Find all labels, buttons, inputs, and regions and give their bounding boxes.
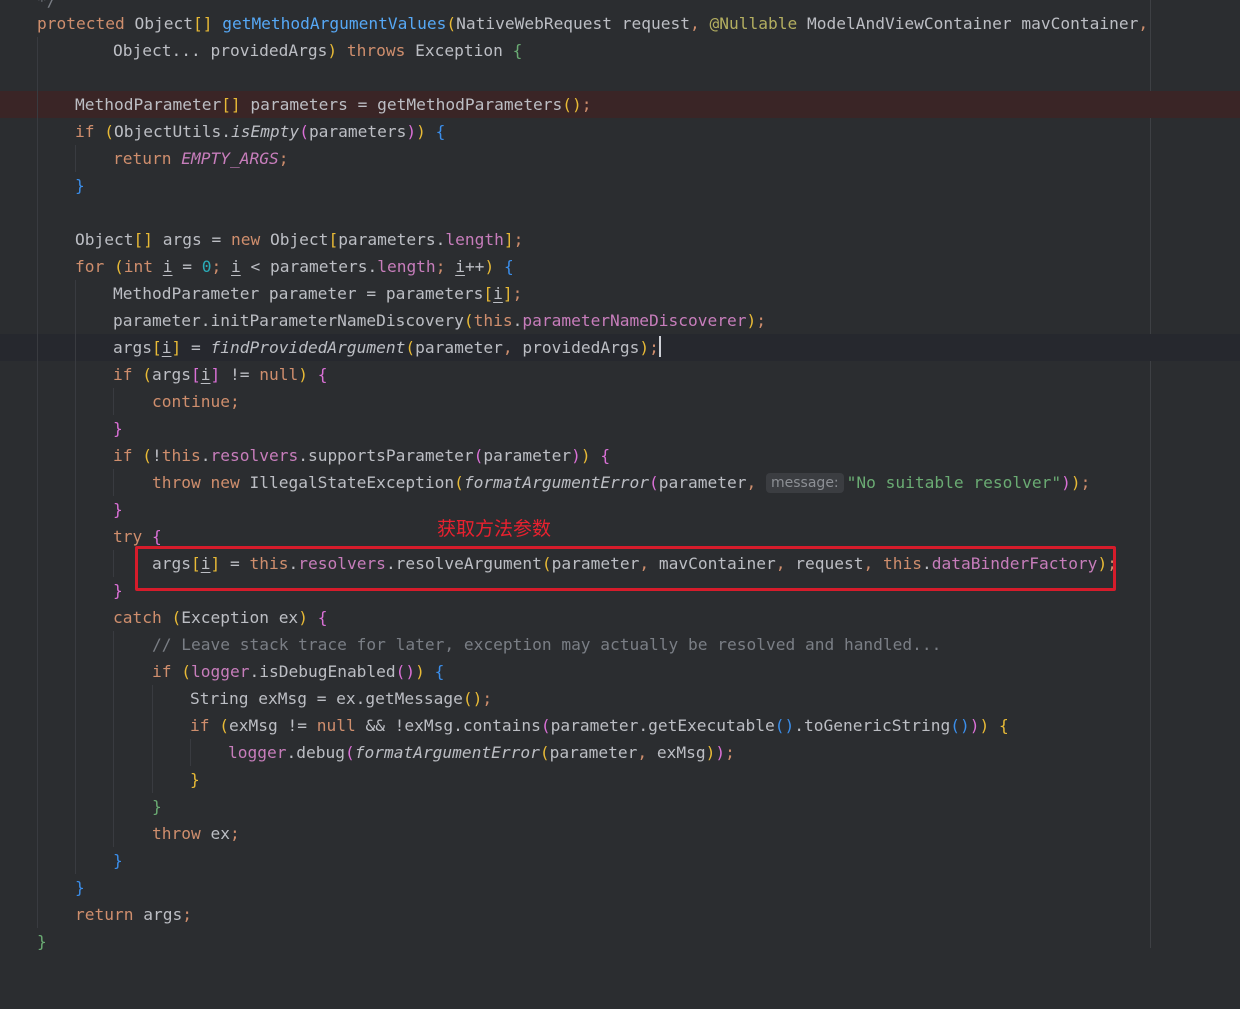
highlight-box: [135, 546, 1116, 591]
code-text: if (args[i] != null) {: [113, 365, 328, 384]
code-text: catch (Exception ex) {: [113, 608, 328, 627]
code-text: return args;: [75, 905, 192, 924]
code-line-error[interactable]: MethodParameter[] parameters = getMethod…: [0, 91, 1240, 118]
code-line[interactable]: return EMPTY_ARGS;: [0, 145, 1240, 172]
code-line[interactable]: }: [0, 172, 1240, 199]
code-text: if (logger.isDebugEnabled()) {: [152, 662, 445, 681]
code-text: }: [152, 797, 162, 816]
code-line-current[interactable]: args[i] = findProvidedArgument(parameter…: [0, 334, 1240, 361]
code-line[interactable]: if (!this.resolvers.supportsParameter(pa…: [0, 442, 1240, 469]
code-text: throw ex;: [152, 824, 240, 843]
code-line[interactable]: Object[] args = new Object[parameters.le…: [0, 226, 1240, 253]
code-line[interactable]: if (exMsg != null && !exMsg.contains(par…: [0, 712, 1240, 739]
code-text: for (int i = 0; i < parameters.length; i…: [75, 257, 514, 276]
code-text: if (ObjectUtils.isEmpty(parameters)) {: [75, 122, 446, 141]
parameter-name-hint: message:: [766, 473, 844, 493]
code-text: return EMPTY_ARGS;: [113, 149, 289, 168]
code-line[interactable]: return args;: [0, 901, 1240, 928]
code-line[interactable]: }: [0, 847, 1240, 874]
code-line[interactable]: throw ex;: [0, 820, 1240, 847]
code-text: }: [113, 419, 123, 438]
code-line[interactable]: continue;: [0, 388, 1240, 415]
code-text: }: [113, 500, 123, 519]
code-text: MethodParameter parameter = parameters[i…: [113, 284, 523, 303]
code-text: Object... providedArgs) throws Exception…: [113, 41, 523, 60]
code-comment: // Leave stack trace for later, exceptio…: [152, 635, 942, 654]
code-text: continue;: [152, 392, 240, 411]
code-text: protected Object[] getMethodArgumentValu…: [37, 14, 1149, 33]
code-editor[interactable]: */ protected Object[] getMethodArgumentV…: [0, 0, 1240, 951]
code-text: Object[] args = new Object[parameters.le…: [75, 230, 524, 249]
code-text: }: [37, 932, 47, 951]
annotation-label: 获取方法参数: [437, 518, 552, 540]
code-line[interactable]: }: [0, 496, 1240, 523]
text-caret: [658, 336, 661, 357]
code-line[interactable]: protected Object[] getMethodArgumentValu…: [0, 10, 1240, 37]
code-line[interactable]: MethodParameter parameter = parameters[i…: [0, 280, 1240, 307]
code-text: }: [113, 581, 123, 600]
code-line[interactable]: }: [0, 415, 1240, 442]
code-line[interactable]: [0, 199, 1240, 226]
code-line[interactable]: for (int i = 0; i < parameters.length; i…: [0, 253, 1240, 280]
code-line[interactable]: if (logger.isDebugEnabled()) {: [0, 658, 1240, 685]
code-text: parameter.initParameterNameDiscovery(thi…: [113, 311, 766, 330]
code-line[interactable]: if (args[i] != null) {: [0, 361, 1240, 388]
code-line[interactable]: Object... providedArgs) throws Exception…: [0, 37, 1240, 64]
code-line[interactable]: if (ObjectUtils.isEmpty(parameters)) {: [0, 118, 1240, 145]
code-line[interactable]: }: [0, 874, 1240, 901]
code-line[interactable]: logger.debug(formatArgumentError(paramet…: [0, 739, 1240, 766]
code-line[interactable]: catch (Exception ex) {: [0, 604, 1240, 631]
code-line[interactable]: [0, 64, 1240, 91]
code-text: }: [190, 770, 200, 789]
code-text: throw new IllegalStateException(formatAr…: [152, 473, 1091, 493]
code-text: }: [113, 851, 123, 870]
code-text: String exMsg = ex.getMessage();: [190, 689, 493, 708]
code-line[interactable]: }: [0, 766, 1240, 793]
code-text: if (exMsg != null && !exMsg.contains(par…: [190, 716, 1009, 735]
code-text: logger.debug(formatArgumentError(paramet…: [228, 743, 735, 762]
code-text: MethodParameter[] parameters = getMethod…: [75, 95, 592, 114]
code-line[interactable]: String exMsg = ex.getMessage();: [0, 685, 1240, 712]
code-text: if (!this.resolvers.supportsParameter(pa…: [113, 446, 611, 465]
code-text: }: [75, 176, 85, 195]
code-text: }: [75, 878, 85, 897]
code-line[interactable]: }: [0, 928, 1240, 955]
code-line[interactable]: parameter.initParameterNameDiscovery(thi…: [0, 307, 1240, 334]
code-text: args[i] = findProvidedArgument(parameter…: [113, 336, 661, 357]
code-line[interactable]: }: [0, 793, 1240, 820]
code-line[interactable]: // Leave stack trace for later, exceptio…: [0, 631, 1240, 658]
code-line[interactable]: throw new IllegalStateException(formatAr…: [0, 469, 1240, 496]
